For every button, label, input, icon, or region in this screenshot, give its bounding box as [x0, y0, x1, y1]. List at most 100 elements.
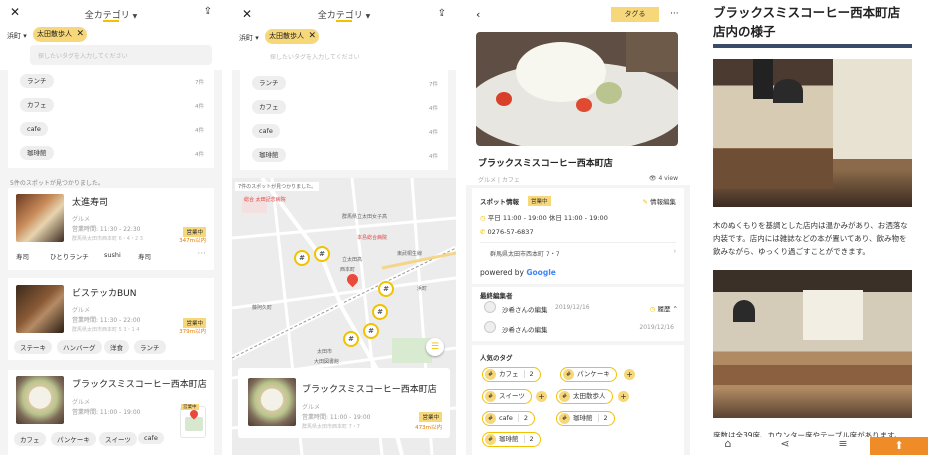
remove-tag-icon[interactable]: ✕	[308, 29, 316, 44]
map-pin[interactable]: #	[378, 281, 394, 297]
spot-card[interactable]: ブラックスミスコーヒー西本町店 グルメ 営業時間: 11:00 - 19:00 …	[8, 370, 214, 455]
tag-search-input[interactable]: 探したいタグを入力してください	[262, 46, 446, 66]
map-app-icon[interactable]: 営業中	[180, 404, 206, 438]
map-label: 太田市	[317, 349, 333, 355]
close-icon[interactable]: ✕	[242, 8, 252, 20]
share-icon[interactable]: ⇪	[204, 6, 212, 18]
hash-icon: #	[559, 391, 570, 402]
category-underline	[336, 20, 352, 22]
add-tag-icon[interactable]: +	[618, 391, 629, 402]
category-row[interactable]: ランチ 7件	[8, 70, 214, 94]
share-icon[interactable]: ⇪	[438, 8, 446, 20]
remove-tag-icon[interactable]: ✕	[76, 27, 84, 42]
tag-chip[interactable]: # パンケーキ	[560, 367, 617, 382]
spot-tag[interactable]: ランチ	[134, 340, 166, 354]
add-tag-icon[interactable]: +	[536, 391, 547, 402]
add-tag-icon[interactable]: +	[624, 369, 635, 380]
last-editor-label: 最終編集者	[480, 292, 513, 300]
share-icon[interactable]: ⋖	[770, 437, 800, 455]
spot-tag[interactable]: 洋食	[104, 340, 129, 354]
tag-search-input[interactable]: 探したいタグを入力してください	[30, 45, 212, 65]
spot-tag[interactable]: ひとりランチ	[50, 251, 89, 261]
category-list: ランチ 7件 カフェ 4件 cafe 4件 珈琲館 4件	[8, 68, 214, 168]
spot-hours: 営業時間: 11:00 - 19:00	[72, 409, 141, 416]
more-icon[interactable]: ···	[670, 8, 679, 20]
map-view[interactable]: 7件のスポットが見つかりました。 群馬県立太田女子高 立太田高 西本町 浜町 本…	[232, 178, 456, 455]
spot-card[interactable]: ビステッカBUN グルメ 営業時間: 11:30 - 22:00 群馬県太田市西…	[8, 278, 214, 360]
category-label: cafe	[20, 122, 48, 136]
spot-tag[interactable]: パンケーキ	[51, 432, 96, 446]
avatar	[484, 321, 496, 333]
map-pin[interactable]: #	[343, 331, 359, 347]
map-pin[interactable]: #	[294, 250, 310, 266]
phone-row[interactable]: ✆ 0276-57-6837	[480, 228, 534, 236]
category-label: 珈琲館	[252, 148, 286, 162]
category-row[interactable]: カフェ 4件	[240, 96, 448, 120]
tag-chip[interactable]: # 珈琲館 2	[556, 411, 615, 426]
spot-tag[interactable]: ステーキ	[14, 340, 52, 354]
tag-chip[interactable]: # スイーツ	[482, 389, 532, 404]
home-icon[interactable]: ⌂	[713, 437, 743, 455]
spot-tag[interactable]: 寿司	[16, 251, 29, 261]
spot-card[interactable]: 太進寿司 グルメ 営業時間: 11:30 - 22:30 群馬県太田市西本町 6…	[8, 188, 214, 270]
pencil-icon: ✎	[642, 198, 648, 206]
chevron-right-icon[interactable]: ›	[674, 248, 676, 255]
tag-chip[interactable]: # 珈琲館 2	[482, 432, 541, 447]
spot-tag[interactable]: スイーツ	[99, 432, 137, 446]
location-dropdown[interactable]: 浜町 ▾	[239, 33, 259, 43]
more-icon[interactable]: ···	[197, 249, 206, 259]
tag-button[interactable]: タグる	[611, 7, 659, 22]
tag-count: 2	[523, 370, 534, 378]
spot-photo	[476, 32, 678, 146]
scroll-top-icon[interactable]: ⬆	[870, 437, 928, 455]
spot-info-label: スポット情報	[480, 198, 519, 206]
back-icon[interactable]: ‹	[476, 9, 480, 21]
category-row[interactable]: カフェ 4件	[8, 94, 214, 118]
category-row[interactable]: cafe 4件	[8, 118, 214, 142]
hours-row: ◷ 平日 11:00 - 19:00 休日 11:00 - 19:00	[480, 212, 608, 222]
history-button[interactable]: ◷ 履歴 ⌃	[650, 303, 678, 313]
map-pin[interactable]: #	[314, 246, 330, 262]
map-pin[interactable]: #	[372, 304, 388, 320]
map-label: 群馬県立太田女子高	[342, 214, 388, 220]
interior-photo	[713, 59, 912, 207]
close-icon[interactable]: ✕	[10, 6, 20, 18]
tag-count: 2	[517, 414, 528, 422]
tag-chip[interactable]: # cafe 2	[482, 411, 535, 426]
map-label: 大田図書館	[314, 359, 340, 365]
category-row[interactable]: 珈琲館 4件	[8, 142, 214, 166]
spot-genre: グルメ | カフェ	[478, 177, 520, 184]
results-count: 5件のスポットが見つかりました。	[10, 180, 104, 187]
menu-icon[interactable]: ≡	[828, 437, 858, 455]
spot-title: ビステッカBUN	[72, 289, 137, 299]
category-count: 4件	[429, 130, 438, 136]
chevron-down-icon: ▼	[132, 13, 138, 20]
selected-tag-chip[interactable]: 太田散歩人 ✕	[33, 27, 87, 42]
spot-tag[interactable]: ハンバーグ	[57, 340, 102, 354]
location-dropdown[interactable]: 浜町 ▾	[7, 31, 27, 41]
selected-tag-chip[interactable]: 太田散歩人 ✕	[265, 29, 319, 44]
category-row[interactable]: ランチ 7件	[240, 72, 448, 96]
detail-screen: ‹ タグる ··· ブラックスミスコーヒー西本町店 グルメ | カフェ 👁 4 …	[466, 0, 690, 455]
address-label[interactable]: 群馬県太田市西本町 7・7	[490, 249, 560, 258]
category-row[interactable]: cafe 4件	[240, 120, 448, 144]
status-badge: 営業中	[181, 404, 199, 410]
spot-tag[interactable]: 寿司	[138, 251, 151, 261]
tag-chip[interactable]: # 太田散歩人	[556, 389, 613, 404]
spot-preview-card[interactable]: ブラックスミスコーヒー西本町店 グルメ 営業時間: 11:00 - 19:00 …	[238, 368, 450, 438]
spot-tag[interactable]: カフェ	[14, 432, 46, 446]
spot-tag[interactable]: sushi	[104, 251, 121, 259]
spot-tag[interactable]: cafe	[138, 432, 164, 444]
tag-label: カフェ	[499, 370, 519, 378]
map-pin[interactable]: #	[363, 323, 379, 339]
spot-genre: グルメ	[72, 399, 91, 406]
spot-title: ブラックスミスコーヒー西本町店	[72, 380, 207, 390]
spot-header: ブラックスミスコーヒー西本町店 グルメ | カフェ 👁 4 view	[466, 30, 690, 185]
category-row[interactable]: 珈琲館 4件	[240, 144, 448, 168]
list-toggle-icon[interactable]: ☰	[426, 338, 444, 356]
tag-chip[interactable]: # カフェ 2	[482, 367, 541, 382]
category-list: ランチ 7件 カフェ 4件 cafe 4件 珈琲館 4件	[240, 70, 448, 170]
map-label: 浜町	[417, 286, 428, 292]
spot-distance: 347m以内	[179, 238, 206, 244]
edit-info-button[interactable]: ✎ 情報編集	[642, 196, 676, 206]
